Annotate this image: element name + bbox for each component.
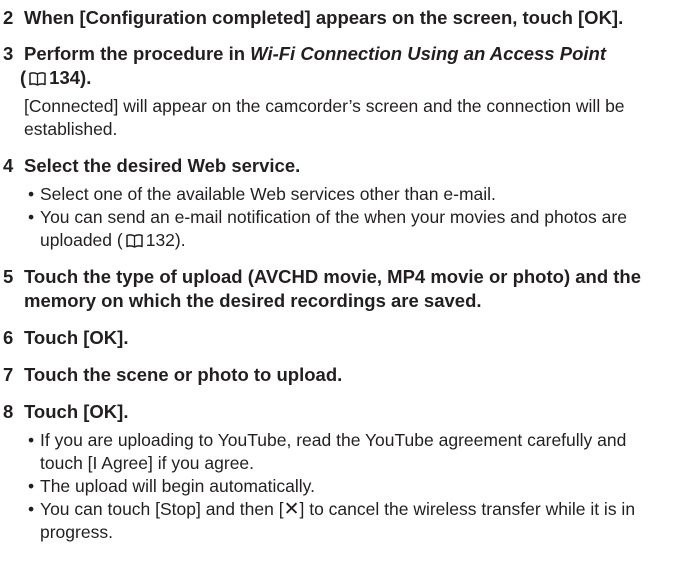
step-6: 6 Touch [OK]. [0,326,678,350]
step-title: Select the desired Web service. [24,155,301,176]
bullet-text: The upload will begin automatically. [40,476,315,496]
bullet-item: • Select one of the available Web service… [24,183,650,206]
book-reference-icon [125,233,144,249]
paren-close: ). [80,67,92,88]
bullet-text: Select one of the available Web services… [40,184,496,204]
close-icon: ✕ [283,499,300,520]
step-3: 3 Perform the procedure in Wi-Fi Connect… [0,42,678,141]
page-reference: 134 [49,67,81,88]
paren-open: ( [20,67,27,88]
step-number: 4 [3,155,14,176]
step-number: 2 [3,7,14,28]
step-title: When [Configuration completed] appears o… [24,7,624,28]
step-description: [Connected] will appear on the camcorder… [24,96,625,139]
bullet-text: You can touch [Stop] and then [ [40,499,284,519]
step-8: 8 Touch [OK]. • If you are uploading to Y… [0,400,678,544]
step-title-text: Perform the procedure in [24,43,251,64]
step-5: 5 Touch the type of upload (AVCHD movie,… [0,265,678,313]
step-4: 4 Select the desired Web service. • Selec… [0,154,678,252]
book-reference-icon [28,71,47,87]
step-title: Touch [OK]. [24,327,129,348]
bullet-list: • If you are uploading to YouTube, read t… [24,429,678,544]
step-number: 6 [3,327,14,348]
bullet-dot: • [28,476,35,496]
step-number: 7 [3,364,14,385]
bullet-dot: • [28,499,35,519]
step-2: 2 When [Configuration completed] appears… [0,6,678,30]
step-number: 3 [3,43,14,64]
step-number: 5 [3,266,14,287]
step-title: Perform the procedure in Wi-Fi Connectio… [20,42,664,90]
step-7: 7 Touch the scene or photo to upload. [0,363,678,387]
page-reference: 132 [145,230,175,250]
bullet-item: • If you are uploading to YouTube, read t… [24,429,650,475]
section-reference-title: Wi-Fi Connection Using an Access Point [250,43,606,64]
bullet-dot: • [28,207,35,227]
bullet-dot: • [28,184,35,204]
step-number: 8 [3,401,14,422]
bullet-item: • You can send an e-mail notification of … [24,206,650,252]
bullet-item: • The upload will begin automatically. [24,475,650,498]
bullet-dot: • [28,430,35,450]
step-title: Touch [OK]. [24,401,129,422]
bullet-item: • You can touch [Stop] and then [✕] to ca… [24,498,650,544]
step-title: Touch the scene or photo to upload. [24,364,343,385]
manual-page: 2 When [Configuration completed] appears… [0,0,678,576]
bullet-list: • Select one of the available Web service… [24,183,678,252]
bullet-text: If you are uploading to YouTube, read th… [40,430,627,473]
step-title: Touch the type of upload (AVCHD movie, M… [24,266,642,311]
bullet-text-end: ). [174,230,186,250]
